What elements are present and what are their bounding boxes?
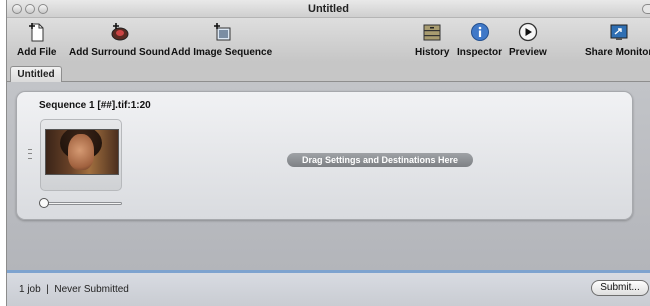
title-bar: Untitled <box>7 0 650 18</box>
history-button[interactable]: History <box>415 22 449 60</box>
status-bar: 1 job | Never Submitted Submit... <box>7 270 650 306</box>
toolbar-toggle-button[interactable] <box>642 4 650 14</box>
thumbnail-scrub-slider[interactable] <box>46 202 122 205</box>
share-monitor-button[interactable]: Share Monitor <box>585 22 650 60</box>
batch-status: 1 job | Never Submitted <box>19 284 129 295</box>
add-surround-sound-label: Add Surround Sound <box>69 47 171 58</box>
drag-handle-icon[interactable] <box>28 149 32 159</box>
submit-button[interactable]: Submit... <box>591 280 649 296</box>
share-monitor-label: Share Monitor <box>585 47 650 58</box>
slider-knob[interactable] <box>39 198 49 208</box>
inspector-icon <box>469 22 491 42</box>
toolbar: Add File Add Surround Sound Add Image Se… <box>7 18 650 62</box>
history-label: History <box>415 47 450 58</box>
add-file-icon <box>26 22 48 42</box>
add-image-sequence-button[interactable]: Add Image Sequence <box>171 22 272 60</box>
share-monitor-icon <box>608 22 630 42</box>
source-thumbnail <box>45 129 119 175</box>
batch-area: Sequence 1 [##].tif:1:20 Drag Settings a… <box>7 82 650 270</box>
compressor-window: Untitled Add File Add Surround Sound Add… <box>6 0 650 306</box>
preview-label: Preview <box>509 47 547 58</box>
inspector-button[interactable]: Inspector <box>457 22 502 60</box>
batch-item[interactable]: Sequence 1 [##].tif:1:20 Drag Settings a… <box>16 91 633 220</box>
add-image-sequence-label: Add Image Sequence <box>171 47 273 58</box>
source-thumbnail-card[interactable] <box>40 119 122 191</box>
add-file-button[interactable]: Add File <box>17 22 56 60</box>
drop-target-hint[interactable]: Drag Settings and Destinations Here <box>287 153 473 167</box>
add-surround-sound-button[interactable]: Add Surround Sound <box>69 22 170 60</box>
preview-button[interactable]: Preview <box>509 22 547 60</box>
tab-untitled[interactable]: Untitled <box>10 66 62 82</box>
image-sequence-icon <box>211 22 233 42</box>
sequence-title: Sequence 1 [##].tif:1:20 <box>39 100 151 111</box>
inspector-label: Inspector <box>457 47 503 58</box>
surround-sound-icon <box>109 22 131 42</box>
window-title: Untitled <box>308 3 349 15</box>
add-file-label: Add File <box>17 47 57 58</box>
preview-icon <box>517 22 539 42</box>
history-icon <box>421 22 443 42</box>
batch-tab-bar: Untitled <box>7 62 650 82</box>
